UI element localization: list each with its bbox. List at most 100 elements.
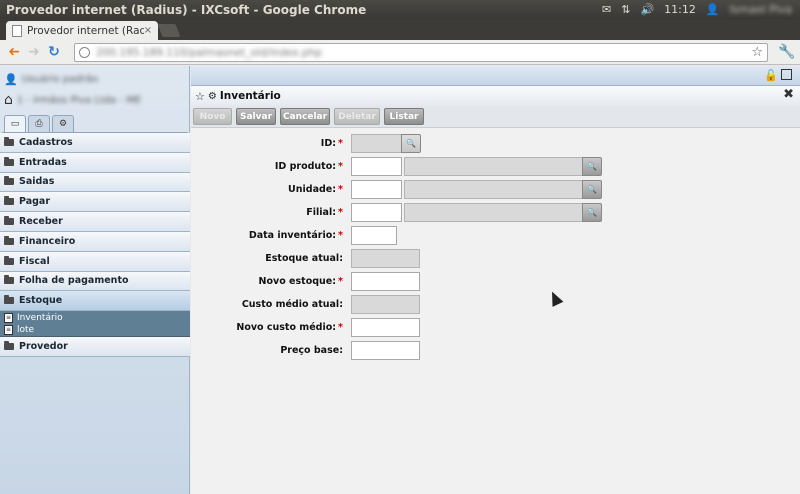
tab-print-icon[interactable]: ⎙ (28, 115, 50, 132)
current-user: 👤 Usuário padrão (4, 72, 184, 86)
sidebar-item-saidas[interactable]: Saidas (0, 172, 190, 193)
sidebar-subitem-inventario[interactable]: ≡ Inventário (0, 311, 190, 325)
home-icon[interactable]: ⌂ (4, 92, 13, 108)
folder-icon (4, 235, 14, 245)
sidebar-item-label: Financeiro (19, 235, 76, 247)
sidebar-item-label: Pagar (19, 196, 51, 208)
deletar-button[interactable]: Deletar (334, 108, 380, 125)
bookmark-star-icon[interactable]: ☆ (751, 45, 763, 60)
field-row-novo-custo-medio: Novo custo médio: * (191, 318, 800, 337)
sidebar-item-pagar[interactable]: Pagar (0, 192, 190, 213)
field-row-novo-estoque: Novo estoque: * (191, 272, 800, 291)
close-icon[interactable]: ✖ (783, 87, 794, 102)
document-icon: ≡ (4, 312, 13, 323)
id-field[interactable] (351, 134, 403, 153)
sidebar-subitem-label: Inventário (17, 312, 63, 323)
unidade-field[interactable] (351, 180, 402, 199)
id-search-icon[interactable]: 🔍 (401, 134, 421, 153)
user-icon[interactable]: 👤 (706, 3, 720, 16)
id-produto-field[interactable] (351, 157, 402, 176)
gear-icon[interactable]: ⚙ (208, 91, 217, 102)
field-label-novo-estoque: Novo estoque: * (258, 276, 343, 287)
sidebar-item-label: Provedor (19, 341, 68, 353)
field-label-preco-base: Preço base: (280, 345, 343, 356)
field-row-data-inventario: Data inventário: * (191, 226, 800, 245)
preco-base-field[interactable] (351, 341, 420, 360)
os-top-panel: Provedor internet (Radius) - IXCsoft - G… (0, 0, 800, 19)
site-info-icon[interactable] (79, 47, 90, 58)
current-user-label: Usuário padrão (21, 73, 99, 85)
salvar-button[interactable]: Salvar (236, 108, 276, 125)
field-label-filial: Filial: * (306, 207, 343, 218)
folder-icon (4, 156, 14, 166)
field-row-estoque-atual: Estoque atual: (191, 249, 800, 268)
field-label-estoque-atual: Estoque atual: (265, 253, 343, 264)
user-name[interactable]: Ismael Piva (730, 3, 792, 16)
unidade-search-icon[interactable]: 🔍 (582, 180, 602, 199)
sidebar: 👤 Usuário padrão ⌂ 1 - Irmãos Piva Ltda … (0, 66, 190, 494)
sidebar-item-label: Receber (19, 216, 63, 228)
sidebar-item-entradas[interactable]: Entradas (0, 152, 190, 173)
novo-estoque-field[interactable] (351, 272, 420, 291)
clock[interactable]: 11:12 (664, 3, 696, 16)
sidebar-item-cadastros[interactable]: Cadastros (0, 133, 190, 153)
system-tray: ✉ ⇅ 🔊 11:12 👤 Ismael Piva (602, 3, 800, 16)
sidebar-item-folha-de-pagamento[interactable]: Folha de pagamento (0, 271, 190, 292)
back-arrow-icon[interactable]: ➜ (4, 44, 24, 60)
mail-icon[interactable]: ✉ (602, 3, 611, 16)
data-inventario-field[interactable] (351, 226, 397, 245)
browser-tab-strip: Provedor internet (Radius × (0, 19, 800, 40)
sidebar-item-estoque[interactable]: Estoque (0, 291, 190, 312)
sidebar-item-provedor[interactable]: Provedor (0, 337, 190, 357)
folder-icon (4, 176, 14, 186)
novo-button[interactable]: Novo (193, 108, 232, 125)
field-row-custo-medio-atual: Custo médio atual: (191, 295, 800, 314)
maximize-icon[interactable] (781, 69, 792, 80)
field-label-data-inventario: Data inventário: * (248, 230, 343, 241)
volume-icon[interactable]: 🔊 (640, 3, 654, 16)
address-bar[interactable]: 200.195.189.110/palmasnet_old/index.php … (74, 43, 768, 62)
main-top-strip: 🔓 (191, 66, 800, 86)
folder-icon (4, 136, 14, 146)
folder-icon (4, 255, 14, 265)
sidebar-item-label: Cadastros (19, 136, 73, 148)
sidebar-item-label: Folha de pagamento (19, 275, 129, 287)
forward-arrow-icon[interactable]: ➜ (24, 44, 44, 60)
network-icon[interactable]: ⇅ (621, 3, 630, 16)
filial-description-field (404, 203, 584, 222)
filial-search-icon[interactable]: 🔍 (582, 203, 602, 222)
panel-title: Inventário (219, 90, 281, 102)
wrench-menu-icon[interactable]: 🔧 (778, 44, 795, 60)
listar-button[interactable]: Listar (384, 108, 424, 125)
field-label-id: ID: * (320, 138, 343, 149)
browser-tab[interactable]: Provedor internet (Radius × (6, 21, 158, 40)
novo-custo-medio-field[interactable] (351, 318, 420, 337)
company-selector[interactable]: ⌂ 1 - Irmãos Piva Ltda - ME (4, 92, 184, 108)
tab-window-icon[interactable]: ▭ (4, 115, 26, 132)
page-icon (12, 24, 22, 37)
sidebar-item-financeiro[interactable]: Financeiro (0, 231, 190, 252)
field-label-unidade: Unidade: * (288, 184, 343, 195)
browser-toolbar: ➜ ➜ ↻ 200.195.189.110/palmasnet_old/inde… (0, 40, 800, 65)
sidebar-subitem-lote[interactable]: ≡ lote (0, 324, 190, 338)
field-row-filial: Filial: * 🔍 (191, 203, 800, 222)
estoque-atual-field (351, 249, 420, 268)
unlock-icon[interactable]: 🔓 (764, 69, 778, 82)
cancelar-button[interactable]: Cancelar (280, 108, 330, 125)
sidebar-item-receber[interactable]: Receber (0, 212, 190, 232)
reload-icon[interactable]: ↻ (44, 44, 64, 60)
unidade-description-field (404, 180, 584, 199)
sidebar-tabs: ▭ ⎙ ⚙ (2, 115, 188, 133)
company-label[interactable]: 1 - Irmãos Piva Ltda - ME (17, 95, 141, 106)
tab-gear-icon[interactable]: ⚙ (52, 115, 74, 132)
produto-description-field (404, 157, 584, 176)
tab-close-icon[interactable]: × (144, 25, 152, 36)
filial-field[interactable] (351, 203, 402, 222)
sidebar-item-fiscal[interactable]: Fiscal (0, 251, 190, 272)
favorite-star-icon[interactable]: ☆ (195, 90, 205, 103)
url-text[interactable]: 200.195.189.110/palmasnet_old/index.php (96, 47, 322, 59)
new-tab-button[interactable] (157, 24, 181, 37)
folder-open-icon (4, 295, 14, 305)
produto-search-icon[interactable]: 🔍 (582, 157, 602, 176)
sidebar-menu: Cadastros Entradas Saidas Pagar Receber … (0, 133, 190, 357)
